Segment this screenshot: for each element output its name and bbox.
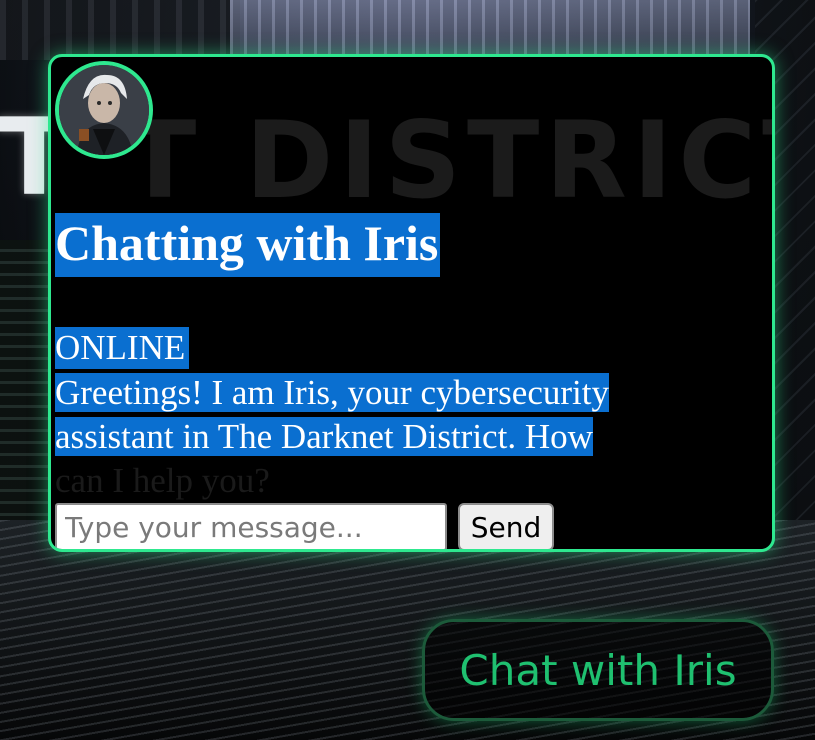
chat-heading: Chatting with Iris	[55, 213, 441, 277]
message-line: assistant in The Darknet District. How	[55, 417, 593, 456]
iris-portrait-icon	[59, 65, 149, 155]
send-button[interactable]: Send	[458, 503, 554, 549]
online-status: ONLINE	[55, 327, 190, 369]
skyline-left	[0, 0, 240, 60]
assistant-message: Greetings! I am Iris, your cybersecurity…	[55, 371, 695, 503]
message-line: Greetings! I am Iris, your cybersecurity	[55, 373, 609, 412]
chat-with-iris-button[interactable]: Chat with Iris	[422, 619, 774, 721]
background-site-title-overlap: T DISTRICT	[124, 99, 775, 222]
message-input[interactable]	[55, 503, 447, 549]
iris-avatar	[55, 61, 153, 159]
chat-window: T DISTRICT Chatting with Iris ONLINE Gre…	[48, 54, 775, 552]
message-line: can I help you?	[55, 461, 270, 500]
